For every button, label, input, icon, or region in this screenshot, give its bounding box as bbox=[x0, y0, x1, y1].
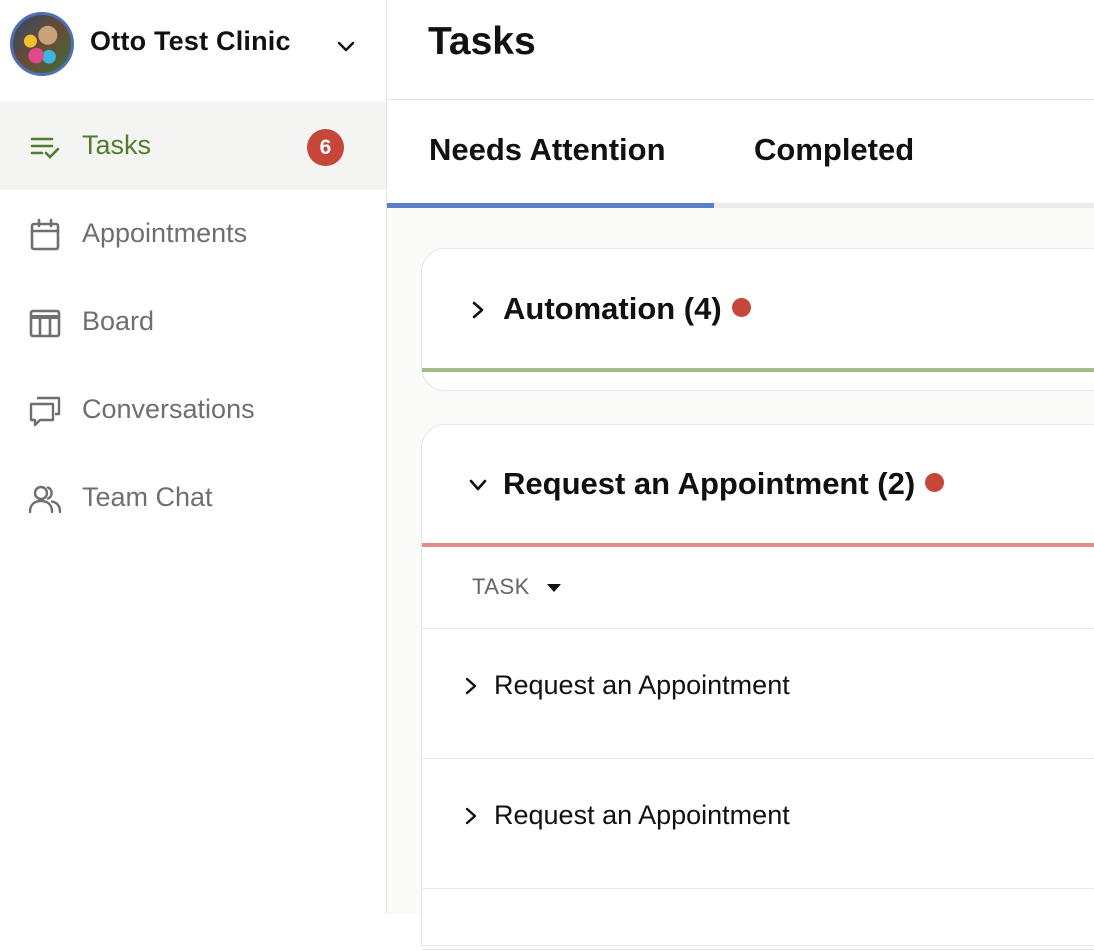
tasks-icon bbox=[30, 137, 60, 159]
sidebar-item-tasks[interactable]: Tasks 6 bbox=[0, 102, 386, 190]
task-name: Request an Appointment bbox=[494, 800, 790, 830]
clinic-switcher[interactable]: Otto Test Clinic bbox=[0, 0, 386, 100]
sidebar-item-team-chat[interactable]: Team Chat bbox=[0, 454, 386, 542]
task-group-request-appointment: Request an Appointment (2) TASK Request … bbox=[421, 424, 1094, 950]
page-title: Tasks bbox=[428, 20, 536, 63]
page-header: Tasks bbox=[387, 0, 1094, 100]
group-title: Request an Appointment (2) bbox=[503, 466, 945, 502]
board-icon bbox=[29, 309, 61, 338]
group-accent-bar bbox=[422, 368, 1094, 372]
tasks-count-badge: 6 bbox=[307, 129, 344, 166]
chevron-right-icon bbox=[472, 301, 484, 319]
calendar-icon bbox=[30, 218, 60, 251]
table-row[interactable]: Request an Appointment bbox=[422, 629, 1094, 759]
chevron-down-icon bbox=[469, 479, 487, 491]
main-content: Tasks Needs Attention Completed Automati… bbox=[387, 0, 1094, 950]
sidebar-item-label: Appointments bbox=[82, 218, 248, 248]
team-icon bbox=[28, 485, 62, 514]
sidebar-item-label: Board bbox=[82, 306, 155, 336]
sidebar-item-label: Conversations bbox=[82, 394, 255, 424]
sidebar-item-appointments[interactable]: Appointments bbox=[0, 190, 386, 278]
tab-completed[interactable]: Completed bbox=[754, 132, 914, 168]
task-group-automation: Automation (4) bbox=[421, 248, 1094, 391]
column-header-task[interactable]: TASK bbox=[472, 574, 530, 600]
table-row-partial bbox=[422, 889, 1094, 950]
group-title: Automation (4) bbox=[503, 291, 751, 327]
sidebar: Otto Test Clinic Tasks 6 Appointments Bo… bbox=[0, 0, 387, 914]
conversations-icon bbox=[29, 396, 61, 427]
table-header: TASK bbox=[422, 547, 1094, 629]
sidebar-item-board[interactable]: Board bbox=[0, 278, 386, 366]
sidebar-item-conversations[interactable]: Conversations bbox=[0, 366, 386, 454]
sidebar-item-label: Team Chat bbox=[82, 482, 213, 512]
chevron-right-icon bbox=[465, 677, 477, 695]
tab-needs-attention[interactable]: Needs Attention bbox=[429, 132, 666, 168]
task-name: Request an Appointment bbox=[494, 670, 790, 700]
alert-dot bbox=[925, 473, 945, 492]
active-tab-indicator bbox=[387, 203, 714, 208]
clinic-name: Otto Test Clinic bbox=[90, 26, 291, 56]
chevron-right-icon bbox=[465, 807, 477, 825]
sidebar-nav: Tasks 6 Appointments Board Conversations… bbox=[0, 102, 386, 542]
sort-caret-down-icon[interactable] bbox=[546, 582, 562, 594]
sidebar-item-label: Tasks bbox=[82, 130, 152, 160]
chevron-down-icon[interactable] bbox=[334, 34, 358, 58]
task-tabs: Needs Attention Completed bbox=[387, 100, 1094, 208]
clinic-avatar bbox=[10, 12, 74, 76]
table-row[interactable]: Request an Appointment bbox=[422, 759, 1094, 889]
alert-dot bbox=[731, 298, 751, 317]
